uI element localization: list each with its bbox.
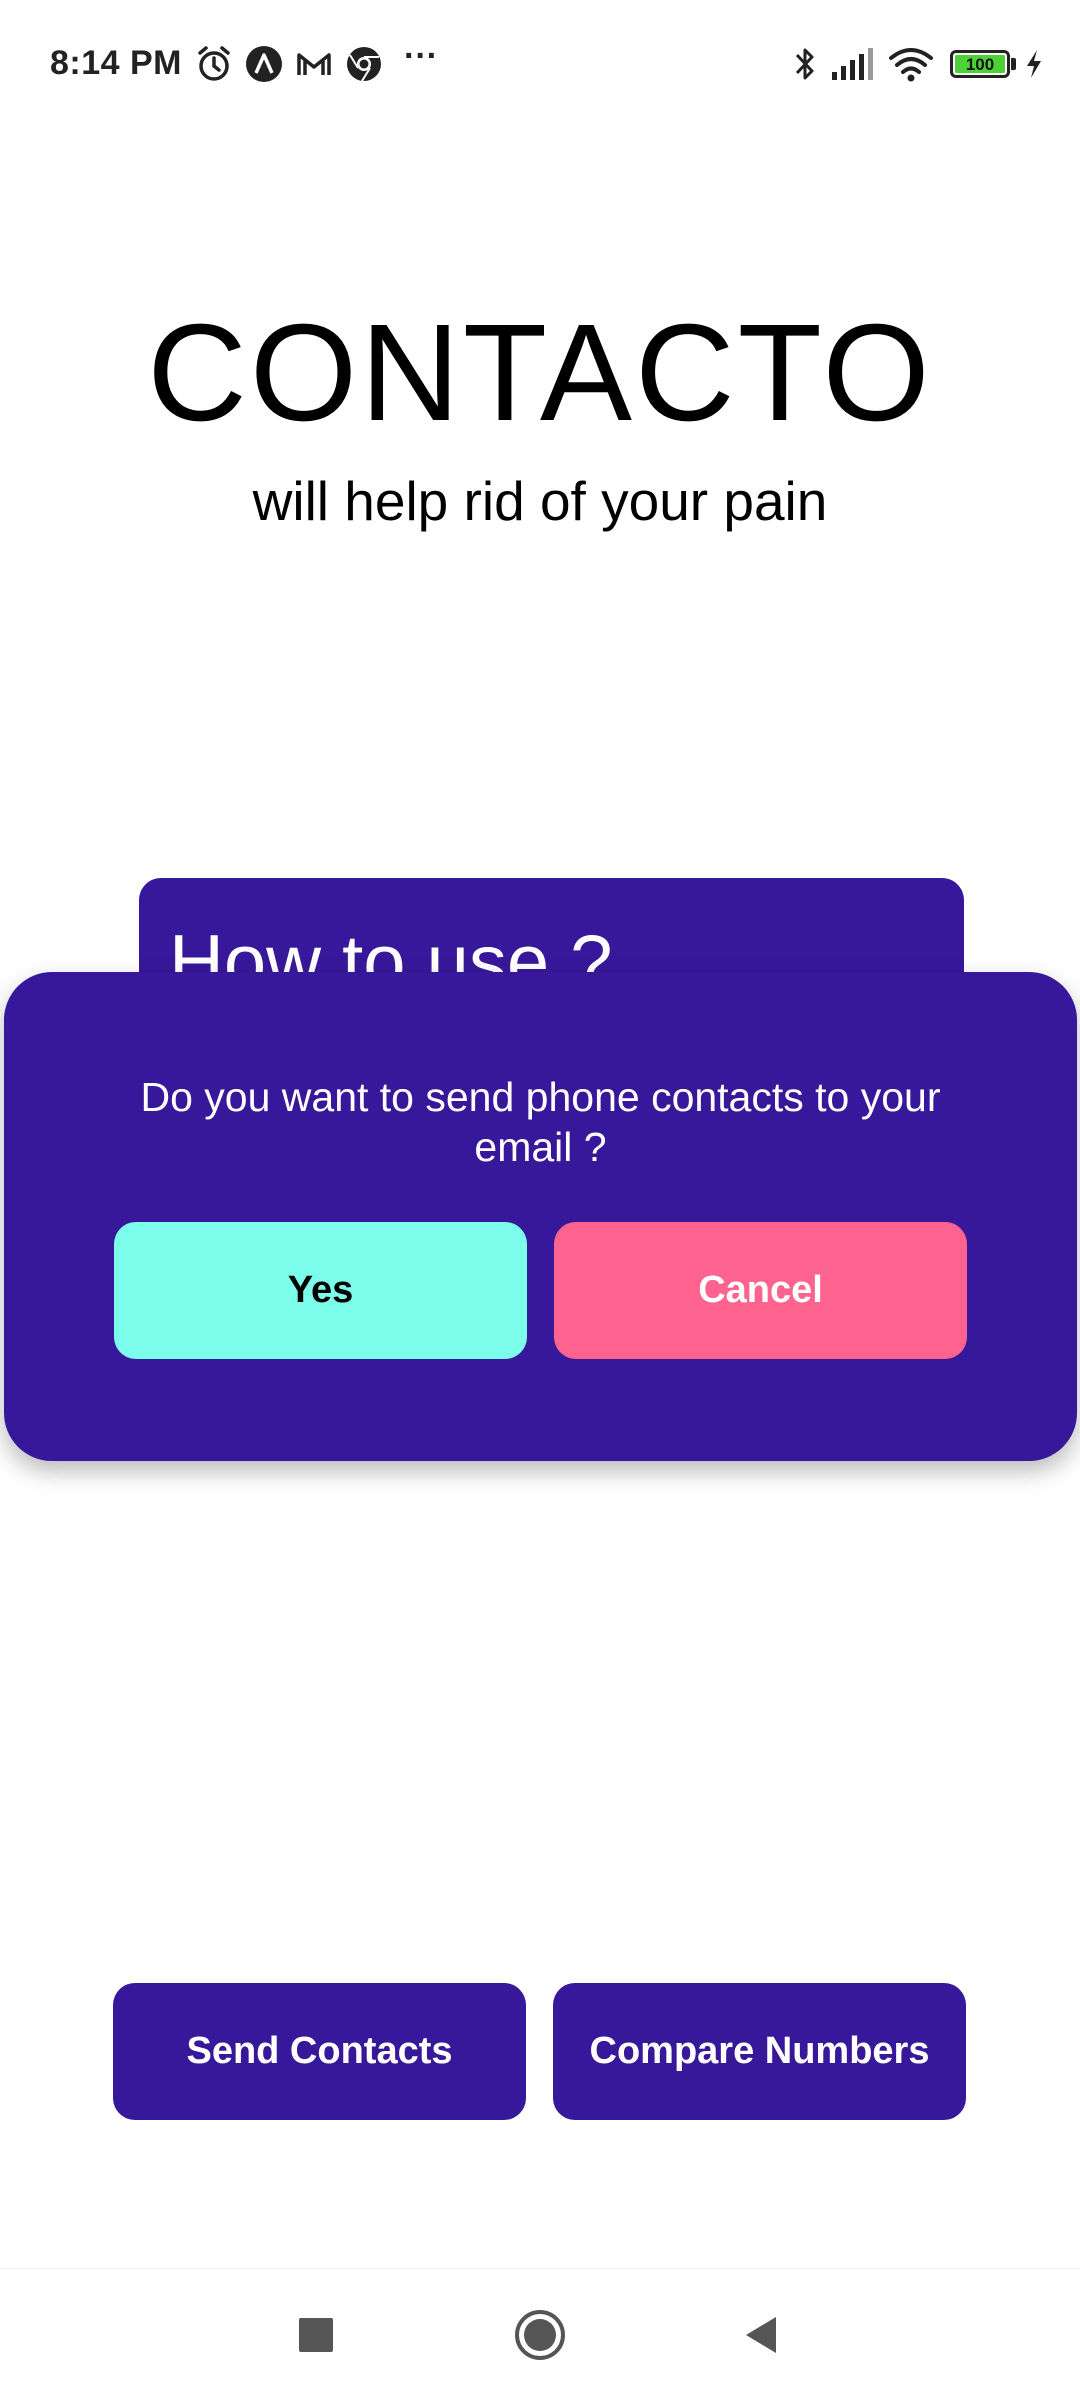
alarm-icon <box>194 44 234 84</box>
home-icon <box>515 2310 565 2360</box>
battery-icon: 100 <box>950 50 1010 78</box>
status-bar: 8:14 PM ··· 100 <box>0 0 1080 128</box>
send-contacts-button[interactable]: Send Contacts <box>113 1983 526 2120</box>
recents-button[interactable] <box>256 2269 376 2401</box>
cancel-button[interactable]: Cancel <box>554 1222 967 1359</box>
yes-button[interactable]: Yes <box>114 1222 527 1359</box>
compare-numbers-button[interactable]: Compare Numbers <box>553 1983 966 2120</box>
app-title: CONTACTO <box>147 296 933 450</box>
more-notifications-indicator: ··· <box>404 36 438 75</box>
send-contacts-dialog: Do you want to send phone contacts to yo… <box>4 972 1077 1461</box>
app-notification-icon <box>244 44 284 84</box>
charging-icon <box>1022 44 1046 84</box>
home-button[interactable] <box>480 2269 600 2401</box>
back-button[interactable] <box>700 2269 820 2401</box>
chrome-icon <box>344 44 384 84</box>
status-time: 8:14 PM <box>50 44 182 82</box>
recents-icon <box>299 2318 333 2352</box>
wifi-icon <box>888 44 934 84</box>
battery-level: 100 <box>955 55 1005 74</box>
gmail-icon <box>294 44 334 84</box>
signal-icon <box>830 44 876 84</box>
bluetooth-icon <box>790 44 820 84</box>
back-icon <box>746 2317 776 2353</box>
navigation-bar <box>0 2268 1080 2401</box>
app-tagline: will help rid of your pain <box>252 470 828 532</box>
battery-tip <box>1011 58 1016 70</box>
dialog-message: Do you want to send phone contacts to yo… <box>140 1074 941 1170</box>
